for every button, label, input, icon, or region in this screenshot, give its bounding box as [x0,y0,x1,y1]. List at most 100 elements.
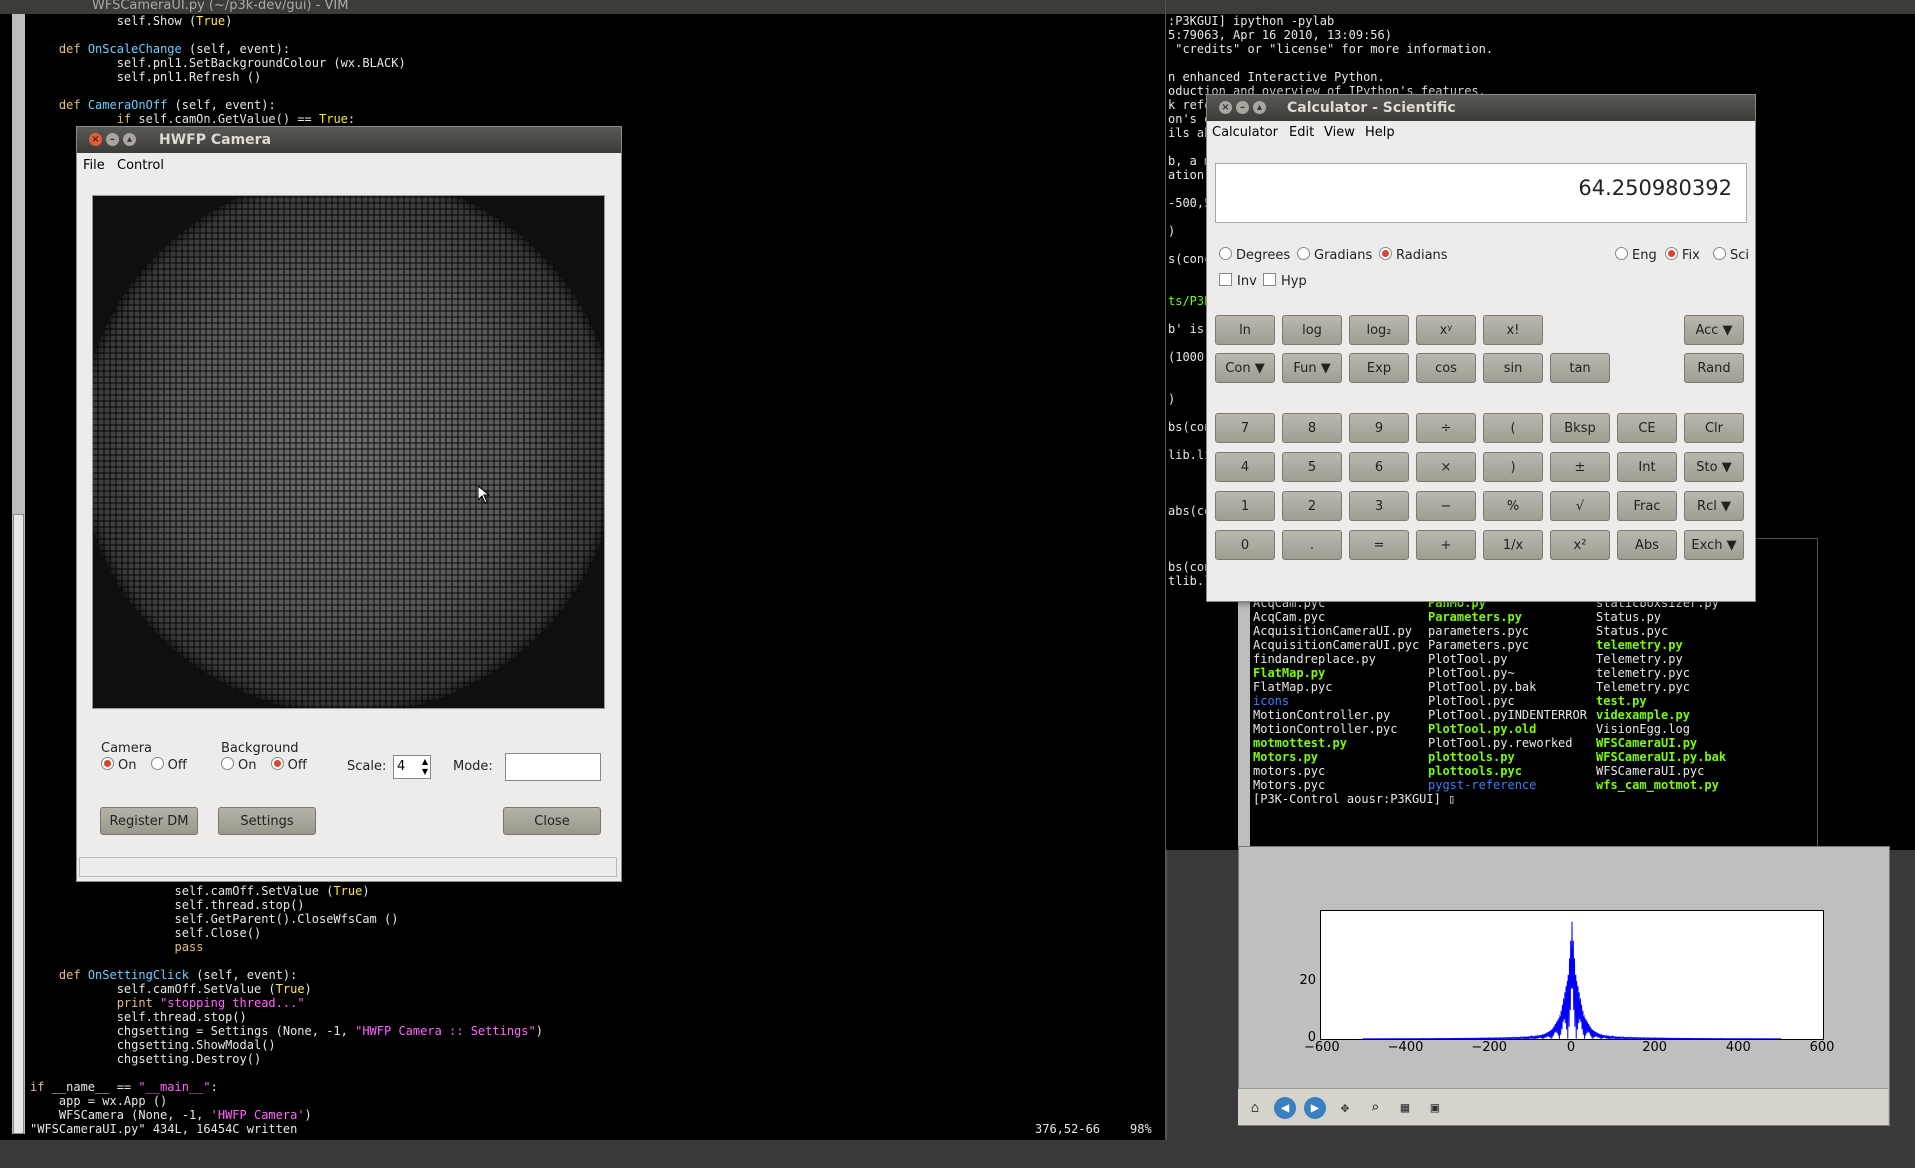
calc-key[interactable]: Frac [1617,491,1677,521]
close-button[interactable]: Close [503,807,601,835]
minimize-icon[interactable]: – [1236,101,1249,114]
scale-value[interactable]: 4 [397,759,405,774]
plot-axes[interactable] [1320,910,1824,1040]
calc-key[interactable]: ) [1483,452,1543,482]
calc-key[interactable]: 1 [1215,491,1275,521]
calc-key[interactable]: ÷ [1416,413,1476,443]
calc-key[interactable]: Exch ▼ [1684,530,1744,560]
calc-btn-fn-0[interactable]: Con ▼ [1215,353,1275,383]
hyp-option[interactable]: Hyp [1263,273,1307,289]
camera-image-panel[interactable] [92,195,605,709]
sci-option[interactable]: Sci [1713,247,1749,263]
calc-key[interactable]: 7 [1215,413,1275,443]
fix-radio[interactable] [1665,247,1678,260]
vim-scrollbar-thumb[interactable] [13,514,24,1134]
zoom-icon[interactable]: ⌕ [1364,1097,1386,1119]
scale-spinner[interactable]: 4 ▲ ▼ [393,755,431,779]
terminal-line: k refe [1168,98,1212,112]
calc-key[interactable]: x² [1550,530,1610,560]
home-icon[interactable]: ⌂ [1244,1097,1266,1119]
file-entry: telemetry.py [1596,638,1683,652]
calc-btn-fn-4[interactable]: sin [1483,353,1543,383]
menu-calculator[interactable]: Calculator [1212,121,1278,145]
calc-btn-1[interactable]: log [1282,315,1342,345]
save-icon[interactable]: ▣ [1424,1097,1446,1119]
radians-option[interactable]: Radians [1379,247,1448,263]
calc-btn-acc[interactable]: Acc ▼ [1684,315,1744,345]
inv-option[interactable]: Inv [1219,273,1257,289]
settings-button[interactable]: Settings [218,807,316,835]
sci-radio[interactable] [1713,247,1726,260]
background-on-radio[interactable] [221,757,234,770]
calc-key[interactable]: 4 [1215,452,1275,482]
menu-file[interactable]: File [83,153,105,179]
hyp-checkbox[interactable] [1263,273,1276,286]
radians-radio[interactable] [1379,247,1392,260]
calc-key[interactable]: 6 [1349,452,1409,482]
calc-key[interactable]: CE [1617,413,1677,443]
calc-key[interactable]: = [1349,530,1409,560]
eng-option[interactable]: Eng [1615,247,1657,263]
menu-control[interactable]: Control [117,153,164,179]
back-icon[interactable]: ◀ [1274,1097,1296,1119]
gradians-option[interactable]: Gradians [1297,247,1372,263]
calc-key[interactable]: Clr [1684,413,1744,443]
calc-key[interactable]: 5 [1282,452,1342,482]
calculator-display[interactable]: 64.250980392 [1215,163,1747,223]
calc-key[interactable]: + [1416,530,1476,560]
calc-btn-fn-2[interactable]: Exp [1349,353,1409,383]
calc-key[interactable]: ± [1550,452,1610,482]
inv-checkbox[interactable] [1219,273,1232,286]
calc-key[interactable]: ( [1483,413,1543,443]
calc-key[interactable]: 8 [1282,413,1342,443]
spin-arrows-icon[interactable]: ▲ ▼ [422,757,428,777]
close-icon[interactable]: × [1219,101,1232,114]
calc-key[interactable]: . [1282,530,1342,560]
calc-key[interactable]: Sto ▼ [1684,452,1744,482]
degrees-radio[interactable] [1219,247,1232,260]
degrees-option[interactable]: Degrees [1219,247,1290,263]
calc-key[interactable]: Abs [1617,530,1677,560]
vim-scrollbar[interactable] [12,14,25,1134]
background-off-radio[interactable] [270,757,284,770]
maximize-icon[interactable]: ▴ [1253,101,1266,114]
camera-on-radio[interactable] [101,757,114,770]
menu-help[interactable]: Help [1365,121,1395,145]
fix-option[interactable]: Fix [1665,247,1700,263]
calc-btn-0[interactable]: ln [1215,315,1275,345]
calc-key[interactable]: × [1416,452,1476,482]
calc-key[interactable]: − [1416,491,1476,521]
calc-key[interactable]: Int [1617,452,1677,482]
pan-icon[interactable]: ✥ [1334,1097,1356,1119]
subplots-icon[interactable]: ▦ [1394,1097,1416,1119]
forward-icon[interactable]: ▶ [1304,1097,1326,1119]
register-dm-button[interactable]: Register DM [100,807,198,835]
calc-btn-fn-3[interactable]: cos [1416,353,1476,383]
background-off-label: Off [287,758,307,773]
minimize-icon[interactable]: – [106,133,119,146]
calc-btn-3[interactable]: xʸ [1416,315,1476,345]
menu-edit[interactable]: Edit [1289,121,1314,145]
calc-key[interactable]: √ [1550,491,1610,521]
calc-key[interactable]: 3 [1349,491,1409,521]
calc-key[interactable]: 1/x [1483,530,1543,560]
calc-key[interactable]: % [1483,491,1543,521]
calc-btn-fn-5[interactable]: tan [1550,353,1610,383]
calc-key[interactable]: 9 [1349,413,1409,443]
calc-btn-rand[interactable]: Rand [1684,353,1744,383]
calc-btn-2[interactable]: log₂ [1349,315,1409,345]
calc-key[interactable]: Bksp [1550,413,1610,443]
shell-prompt[interactable]: [P3K-Control aousr:P3KGUI] ▯ [1253,792,1455,806]
gradians-radio[interactable] [1297,247,1310,260]
calc-key[interactable]: 2 [1282,491,1342,521]
camera-off-radio[interactable] [150,757,164,770]
eng-radio[interactable] [1615,247,1628,260]
calc-key[interactable]: Rcl ▼ [1684,491,1744,521]
calc-key[interactable]: 0 [1215,530,1275,560]
calc-btn-fn-1[interactable]: Fun ▼ [1282,353,1342,383]
calc-btn-4[interactable]: x! [1483,315,1543,345]
mode-input[interactable] [505,753,601,781]
maximize-icon[interactable]: ▴ [123,133,136,146]
close-icon[interactable]: × [89,133,102,146]
menu-view[interactable]: View [1324,121,1355,145]
